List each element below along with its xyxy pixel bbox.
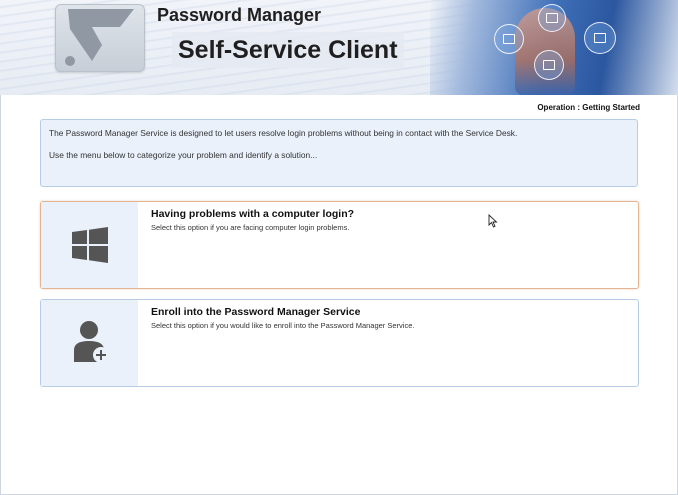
monitor-lock-icon [494, 24, 524, 54]
option-title: Having problems with a computer login? [151, 208, 355, 220]
header-banner: Password Manager Self-Service Client [0, 0, 678, 95]
windows-icon [72, 227, 108, 263]
operation-status: Operation : Getting Started [537, 103, 640, 112]
mouse-cursor-icon [488, 214, 498, 228]
info-text-2: Use the menu below to categorize your pr… [49, 150, 318, 160]
option-icon-panel [41, 202, 138, 288]
laptop-lock-icon [584, 22, 616, 54]
add-user-icon [74, 321, 109, 363]
info-text-1: The Password Manager Service is designed… [49, 128, 518, 138]
option-description: Select this option if you are facing com… [151, 223, 350, 232]
phone-lock-icon [534, 50, 564, 80]
option-description: Select this option if you would like to … [151, 321, 415, 330]
enroll-option[interactable]: Enroll into the Password Manager Service… [40, 299, 639, 387]
app-name: Password Manager [157, 5, 322, 25]
client-title-box: Self-Service Client [172, 32, 404, 68]
lock-icon [538, 4, 566, 32]
computer-login-option[interactable]: Having problems with a computer login? S… [40, 201, 639, 289]
info-box: The Password Manager Service is designed… [40, 119, 638, 187]
password-manager-logo-icon [55, 4, 145, 72]
page-title: Self-Service Client [178, 36, 398, 64]
option-icon-panel [41, 300, 138, 386]
option-title: Enroll into the Password Manager Service [151, 306, 361, 318]
